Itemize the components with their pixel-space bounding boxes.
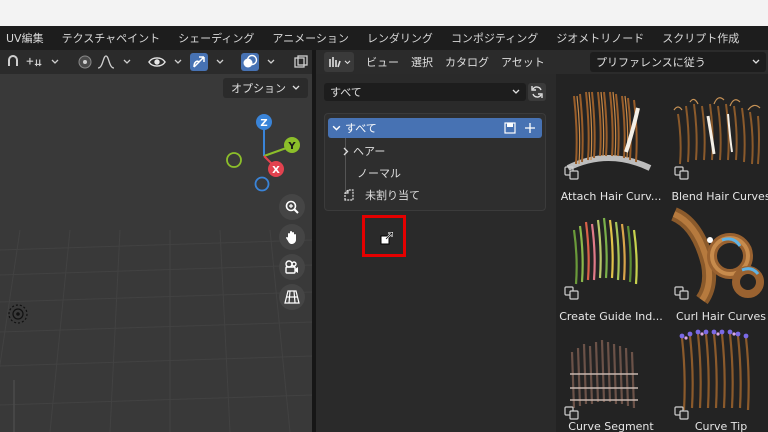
menu-asset[interactable]: アセット — [495, 54, 551, 70]
chevron-down-icon — [752, 59, 760, 64]
grid-perspective-icon — [284, 290, 300, 304]
camera-view-button[interactable] — [279, 254, 305, 280]
asset-label: Curve Tip — [694, 420, 748, 432]
catalog-item-hair[interactable]: ヘアー — [343, 141, 385, 161]
tab-texture-paint[interactable]: テクスチャペイント — [53, 30, 170, 46]
geometry-node-asset-icon — [564, 166, 579, 180]
geometry-node-asset-icon — [564, 286, 579, 300]
xray-toggle-icon[interactable] — [292, 53, 310, 71]
window-top-strip — [0, 0, 768, 26]
asset-browser-header: ビュー 選択 カタログ アセット プリファレンスに従う — [316, 50, 768, 74]
chevron-down-icon[interactable] — [211, 53, 229, 71]
menu-view[interactable]: ビュー — [360, 54, 405, 70]
snap-target-icon[interactable] — [25, 53, 43, 71]
geometry-node-asset-icon — [674, 406, 689, 420]
asset-label: Create Guide Ind... — [559, 310, 663, 323]
tab-uv-editing[interactable]: UV編集 — [0, 30, 53, 46]
asset-grid: Attach Hair Curv... Blend Hair Curves Cr… — [556, 74, 768, 432]
3d-viewport[interactable]: オプション Z Y X — [0, 50, 312, 432]
tab-scripting[interactable]: スクリプト作成 — [653, 30, 748, 46]
menu-select[interactable]: 選択 — [405, 54, 439, 70]
asset-label: Curve Segment — [568, 420, 654, 432]
asset-label: Blend Hair Curves — [671, 190, 768, 203]
tab-shading[interactable]: シェーディング — [169, 30, 263, 46]
catalog-item-normal[interactable]: ノーマル — [357, 163, 401, 183]
hand-icon — [286, 231, 296, 244]
light-object-icon — [8, 304, 28, 324]
catalog-tree: すべて ヘアー ノーマル 未割り当て — [324, 113, 546, 211]
visibility-eye-icon[interactable] — [148, 53, 166, 71]
refresh-library-button[interactable] — [528, 83, 546, 101]
geometry-node-asset-icon — [674, 166, 689, 180]
tab-animation[interactable]: アニメーション — [263, 30, 358, 46]
import-method-label: プリファレンスに従う — [596, 56, 706, 69]
highlight-box — [362, 215, 406, 257]
zoom-button[interactable] — [279, 194, 305, 220]
asset-library-dropdown[interactable]: すべて — [324, 83, 526, 101]
drag-cursor-icon — [380, 232, 393, 245]
gizmo-z-label: Z — [260, 118, 267, 129]
gizmo-toggle-icon[interactable] — [190, 53, 208, 71]
refresh-icon — [531, 86, 543, 98]
menu-catalog[interactable]: カタログ — [439, 54, 495, 70]
pan-button[interactable] — [279, 224, 305, 250]
proportional-edit-icon[interactable] — [76, 53, 94, 71]
navigation-gizmo[interactable]: Z Y X — [222, 112, 306, 192]
overlays-toggle-icon[interactable] — [241, 53, 259, 71]
chevron-down-icon — [292, 85, 300, 90]
zoom-icon — [285, 200, 299, 214]
chevron-down-icon[interactable] — [262, 53, 280, 71]
chevron-right-icon — [343, 147, 349, 155]
chevron-down-icon — [332, 125, 341, 131]
asset-library-label: すべて — [330, 86, 362, 99]
viewport-header — [0, 50, 312, 74]
geometry-node-asset-icon — [674, 286, 689, 300]
unassigned-icon — [344, 189, 354, 201]
asset-browser: ビュー 選択 カタログ アセット プリファレンスに従う すべて すべて ヘアー … — [316, 50, 768, 432]
asset-tile[interactable]: Curve Tip — [666, 324, 768, 432]
camera-icon — [285, 260, 298, 274]
perspective-toggle-button[interactable] — [279, 284, 305, 310]
tab-geometry-nodes[interactable]: ジオメトリノード — [547, 30, 653, 46]
geometry-node-asset-icon — [564, 406, 579, 420]
tab-compositing[interactable]: コンポジティング — [442, 30, 547, 46]
chevron-down-icon[interactable] — [118, 53, 136, 71]
workspace-tabs: UV編集 テクスチャペイント シェーディング アニメーション レンダリング コン… — [0, 26, 768, 50]
catalog-item-label: 未割り当て — [365, 189, 420, 202]
catalog-item-label: ノーマル — [357, 167, 401, 180]
asset-label: Attach Hair Curv... — [560, 190, 662, 203]
gizmo-y-label: Y — [287, 141, 296, 152]
asset-tile[interactable]: Curl Hair Curves — [666, 204, 768, 324]
chevron-down-icon — [344, 59, 350, 64]
floor-grid — [0, 230, 312, 432]
magnet-snap-icon[interactable] — [4, 53, 22, 71]
catalog-item-label: すべて — [345, 122, 377, 135]
asset-label: Curl Hair Curves — [676, 310, 766, 323]
gizmo-x-label: X — [272, 165, 280, 176]
asset-tile[interactable]: Blend Hair Curves — [666, 84, 768, 204]
viewport-options-dropdown[interactable]: オプション — [223, 78, 308, 98]
asset-tile[interactable]: Curve Segment — [556, 324, 666, 432]
asset-tile[interactable]: Create Guide Ind... — [556, 204, 666, 324]
tab-rendering[interactable]: レンダリング — [358, 30, 442, 46]
chevron-down-icon — [512, 89, 520, 94]
save-catalog-icon[interactable] — [504, 122, 516, 134]
falloff-curve-icon[interactable] — [97, 53, 115, 71]
catalog-item-label: ヘアー — [353, 145, 386, 158]
options-label: オプション — [231, 82, 286, 95]
asset-browser-icon — [328, 57, 341, 68]
chevron-down-icon[interactable] — [46, 53, 64, 71]
catalog-item-unassigned[interactable]: 未割り当て — [343, 185, 420, 205]
chevron-down-icon[interactable] — [169, 53, 187, 71]
editor-type-button[interactable] — [324, 52, 354, 72]
import-method-dropdown[interactable]: プリファレンスに従う — [590, 52, 766, 72]
asset-tile[interactable]: Attach Hair Curv... — [556, 84, 666, 204]
catalog-item-all[interactable]: すべて — [328, 118, 542, 138]
add-catalog-icon[interactable] — [524, 122, 536, 134]
